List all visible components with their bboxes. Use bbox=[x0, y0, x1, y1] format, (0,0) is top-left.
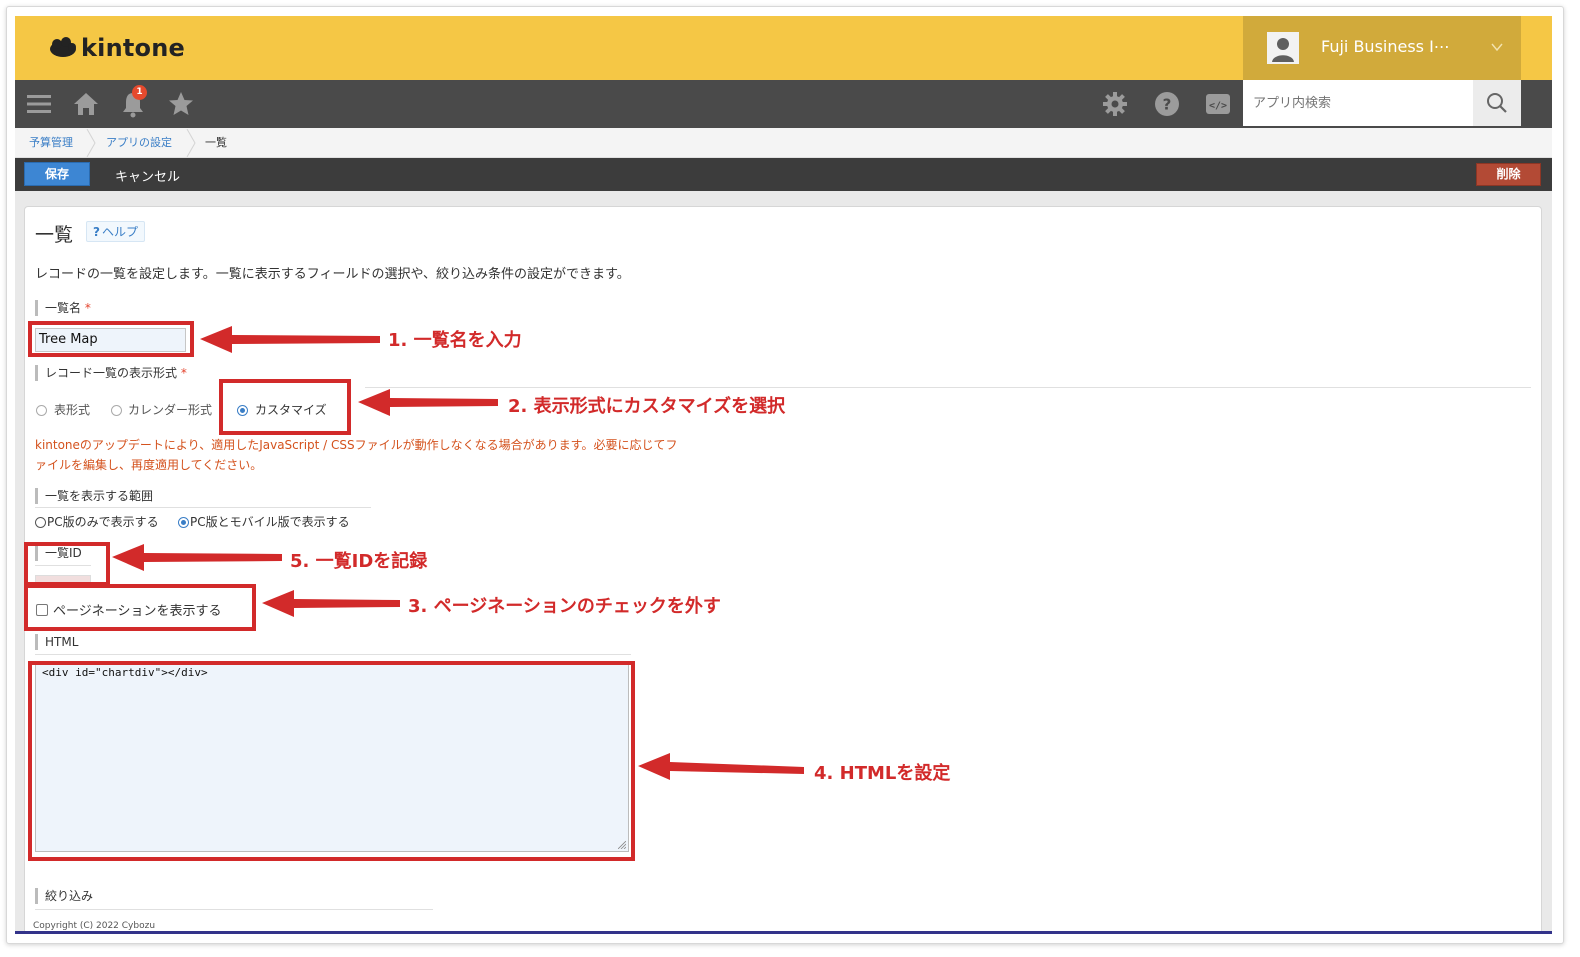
html-label: HTML bbox=[35, 634, 78, 650]
breadcrumb-app-settings[interactable]: アプリの設定 bbox=[106, 128, 172, 157]
annotation-step3: 3. ページネーションのチェックを外す bbox=[408, 596, 721, 617]
breadcrumb-separator-icon bbox=[86, 129, 96, 157]
compatibility-warning-line1: kintoneのアップデートにより、適用したJavaScript / CSSファ… bbox=[35, 438, 678, 452]
help-link[interactable]: ? ヘルプ bbox=[86, 221, 145, 242]
annotation-step1: 1. 一覧名を入力 bbox=[388, 330, 522, 351]
scope-label: 一覧を表示する範囲 bbox=[35, 488, 153, 504]
app-header: kintone Fuji Business I⋯ bbox=[15, 16, 1552, 80]
annotation-step5: 5. 一覧IDを記録 bbox=[290, 551, 428, 572]
logo-text: kintone bbox=[81, 34, 185, 62]
format-radio-calendar[interactable] bbox=[111, 405, 122, 416]
format-option-calendar[interactable]: カレンダー形式 bbox=[128, 401, 212, 418]
scope-radio-pc-mobile[interactable] bbox=[178, 517, 189, 528]
gear-icon[interactable] bbox=[1101, 90, 1129, 118]
breadcrumb: 予算管理 アプリの設定 一覧 bbox=[15, 128, 1552, 158]
scope-radio-pc-only[interactable] bbox=[35, 517, 46, 528]
breadcrumb-app[interactable]: 予算管理 bbox=[29, 128, 73, 157]
star-icon[interactable] bbox=[167, 90, 195, 118]
section-divider bbox=[35, 654, 631, 655]
help-label: ヘルプ bbox=[101, 225, 138, 239]
home-icon[interactable] bbox=[72, 90, 100, 118]
search-input[interactable] bbox=[1243, 80, 1473, 126]
section-divider bbox=[365, 387, 1531, 388]
save-button[interactable]: 保存 bbox=[24, 162, 90, 186]
filter-label: 絞り込み bbox=[35, 888, 93, 904]
highlight-pagination bbox=[24, 584, 256, 631]
help-icon[interactable]: ? bbox=[1153, 90, 1181, 118]
view-name-label: 一覧名 * bbox=[35, 300, 91, 316]
highlight-view-name bbox=[28, 321, 194, 357]
breadcrumb-current: 一覧 bbox=[205, 136, 227, 149]
delete-button[interactable]: 削除 bbox=[1476, 163, 1541, 186]
cancel-button[interactable]: キャンセル bbox=[115, 166, 180, 185]
kintone-logo-icon bbox=[50, 37, 76, 57]
user-menu[interactable]: Fuji Business I⋯ bbox=[1243, 16, 1521, 80]
search-button[interactable] bbox=[1473, 80, 1521, 126]
format-option-table[interactable]: 表形式 bbox=[54, 401, 90, 418]
copyright-footer: Copyright (C) 2022 Cybozu bbox=[33, 921, 156, 931]
chevron-down-icon bbox=[1491, 43, 1503, 52]
user-avatar-icon bbox=[1267, 32, 1299, 64]
search-icon bbox=[1487, 93, 1507, 113]
action-bar: 保存 キャンセル 削除 bbox=[15, 158, 1552, 191]
svg-text:</>: </> bbox=[1209, 101, 1227, 112]
code-icon[interactable]: </> bbox=[1204, 90, 1232, 118]
kintone-logo[interactable]: kintone bbox=[48, 30, 185, 66]
highlight-view-id bbox=[24, 542, 110, 586]
breadcrumb-separator-icon bbox=[186, 129, 196, 157]
section-divider bbox=[35, 507, 371, 508]
user-name: Fuji Business I⋯ bbox=[1321, 37, 1450, 56]
annotation-step2: 2. 表示形式にカスタマイズを選択 bbox=[508, 396, 786, 417]
compatibility-warning-line2: ァイルを編集し、再度適用してください。 bbox=[35, 458, 263, 472]
scope-option-pc-mobile[interactable]: PC版とモバイル版で表示する bbox=[190, 513, 350, 530]
notification-badge: 1 bbox=[132, 85, 147, 100]
scope-option-pc-only[interactable]: PC版のみで表示する bbox=[47, 513, 159, 530]
svg-text:?: ? bbox=[1163, 96, 1172, 114]
global-nav: 1 ? </> bbox=[15, 80, 1552, 128]
app-search bbox=[1243, 80, 1473, 126]
highlight-html-field bbox=[28, 661, 635, 861]
annotation-step4: 4. HTMLを設定 bbox=[814, 763, 951, 784]
menu-icon[interactable] bbox=[25, 90, 53, 118]
display-format-label: レコード一覧の表示形式 * bbox=[35, 365, 187, 381]
highlight-custom-format bbox=[219, 379, 351, 435]
page-title: 一覧 bbox=[35, 224, 74, 246]
section-divider bbox=[35, 909, 433, 910]
page-description: レコードの一覧を設定します。一覧に表示するフィールドの選択や、絞り込み条件の設定… bbox=[35, 267, 630, 282]
format-radio-table[interactable] bbox=[36, 405, 47, 416]
